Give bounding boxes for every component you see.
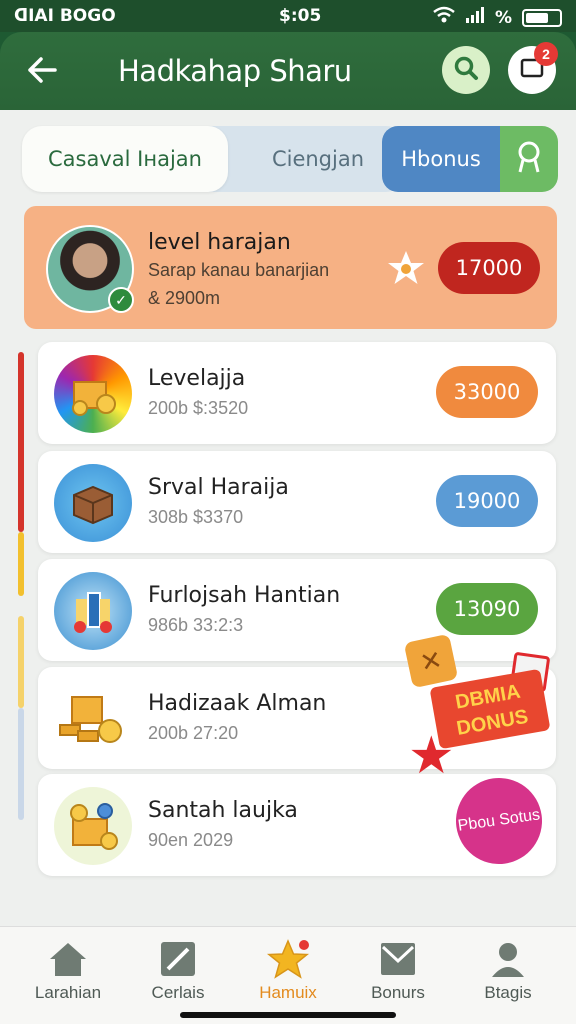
featured-subtitle: Sarap kanau banarjian	[148, 260, 330, 280]
item-meta: 90en 2029	[148, 830, 234, 850]
nav-item-home[interactable]: Larahian	[18, 939, 118, 1013]
page-title: Hadkahap Sharu	[118, 54, 352, 88]
list-item[interactable]: Srval Haraija 308b $3370 19000	[38, 451, 556, 553]
featured-meta: & 2900m	[148, 288, 221, 308]
nav-item-star[interactable]: Hamuix	[238, 939, 338, 1013]
item-title: Levelajja	[148, 366, 246, 391]
treasure-box-icon	[54, 355, 132, 433]
tab-medal[interactable]	[500, 126, 558, 192]
nav-item-mail[interactable]: Bonurs	[348, 939, 448, 1013]
app-bar: Hadkahap Sharu 2	[0, 32, 576, 110]
item-value-button[interactable]: 19000	[436, 475, 538, 527]
item-meta: 986b 33:2:3	[148, 615, 244, 635]
nav-item-edit[interactable]: Cerlais	[128, 939, 228, 1013]
home-icon	[18, 939, 118, 983]
tab-casaval[interactable]: Casaval Iнajan	[22, 126, 228, 192]
item-meta: 200b $:3520	[148, 398, 249, 418]
edit-icon	[128, 939, 228, 983]
category-tabs: Ciengjan Casaval Iнajan Hbonus	[22, 126, 558, 192]
bottom-nav: Larahian Cerlais Hamuix Bonurs Btagis	[0, 926, 576, 1024]
item-title: Furlojsah Hantian	[148, 583, 341, 608]
medal-icon	[514, 140, 544, 179]
item-meta: 308b $3370	[148, 507, 244, 527]
item-meta: 200b 27:20	[148, 723, 239, 743]
bottle-icon	[54, 572, 132, 650]
progress-bar-amber	[18, 616, 24, 708]
progress-bar-yellow	[18, 532, 24, 596]
back-button[interactable]	[22, 52, 62, 92]
carrier-name: ᗡIAI BOGO	[14, 6, 116, 26]
search-icon	[453, 55, 479, 86]
notifications-button[interactable]: 2	[508, 42, 558, 94]
progress-bar-red	[18, 352, 24, 532]
status-icons: %	[433, 6, 562, 29]
star-icon	[238, 939, 338, 983]
featured-value-button[interactable]: 17000	[438, 242, 540, 294]
item-title: Santah laujka	[148, 798, 298, 823]
nav-label: Btagis	[484, 983, 532, 1002]
notification-badge: 2	[534, 42, 558, 66]
star-icon	[386, 248, 426, 288]
battery-icon	[522, 8, 562, 27]
item-title: Srval Haraija	[148, 475, 289, 500]
nav-label: Hamuix	[259, 983, 317, 1002]
nav-label: Larahian	[34, 983, 102, 1002]
star-icon: ★	[408, 727, 455, 785]
battery-percent: %	[494, 7, 512, 28]
home-indicator	[180, 1012, 396, 1018]
nav-label: Bonurs	[371, 983, 425, 1002]
status-time: $:05	[279, 6, 322, 26]
featured-title: level harajan	[148, 230, 291, 255]
nav-label: Cerlais	[151, 983, 205, 1002]
signal-icon	[465, 6, 485, 29]
tab-bonus[interactable]: Hbonus	[382, 126, 500, 192]
item-value-button[interactable]: 33000	[436, 366, 538, 418]
promo-banner[interactable]: ✕ DBMIA DONUS ★	[403, 633, 554, 782]
avatar: ✓	[46, 225, 134, 313]
list-item[interactable]: Levelajja 200b $:3520 33000	[38, 342, 556, 444]
item-value-button[interactable]: 13090	[436, 583, 538, 635]
featured-card[interactable]: ✓ level harajan Sarap kanau banarjian & …	[24, 206, 557, 329]
tab-ciengjan[interactable]: Ciengjan	[206, 126, 406, 192]
nav-item-profile[interactable]: Btagis	[458, 939, 558, 1013]
verified-icon: ✓	[108, 287, 134, 313]
coin-chest-icon	[54, 787, 132, 865]
crate-icon	[54, 464, 132, 542]
search-button[interactable]	[442, 46, 490, 94]
profile-icon	[458, 939, 558, 983]
wifi-icon	[433, 6, 455, 29]
promo-tile-icon: ✕	[403, 633, 459, 689]
progress-bar-blue	[18, 708, 24, 820]
arrow-left-icon	[27, 53, 57, 92]
gold-bars-icon	[54, 680, 132, 758]
item-title: Hadizaak Alman	[148, 691, 327, 716]
mail-icon	[348, 939, 448, 983]
status-bar: ᗡIAI BOGO $:05 %	[0, 0, 576, 32]
